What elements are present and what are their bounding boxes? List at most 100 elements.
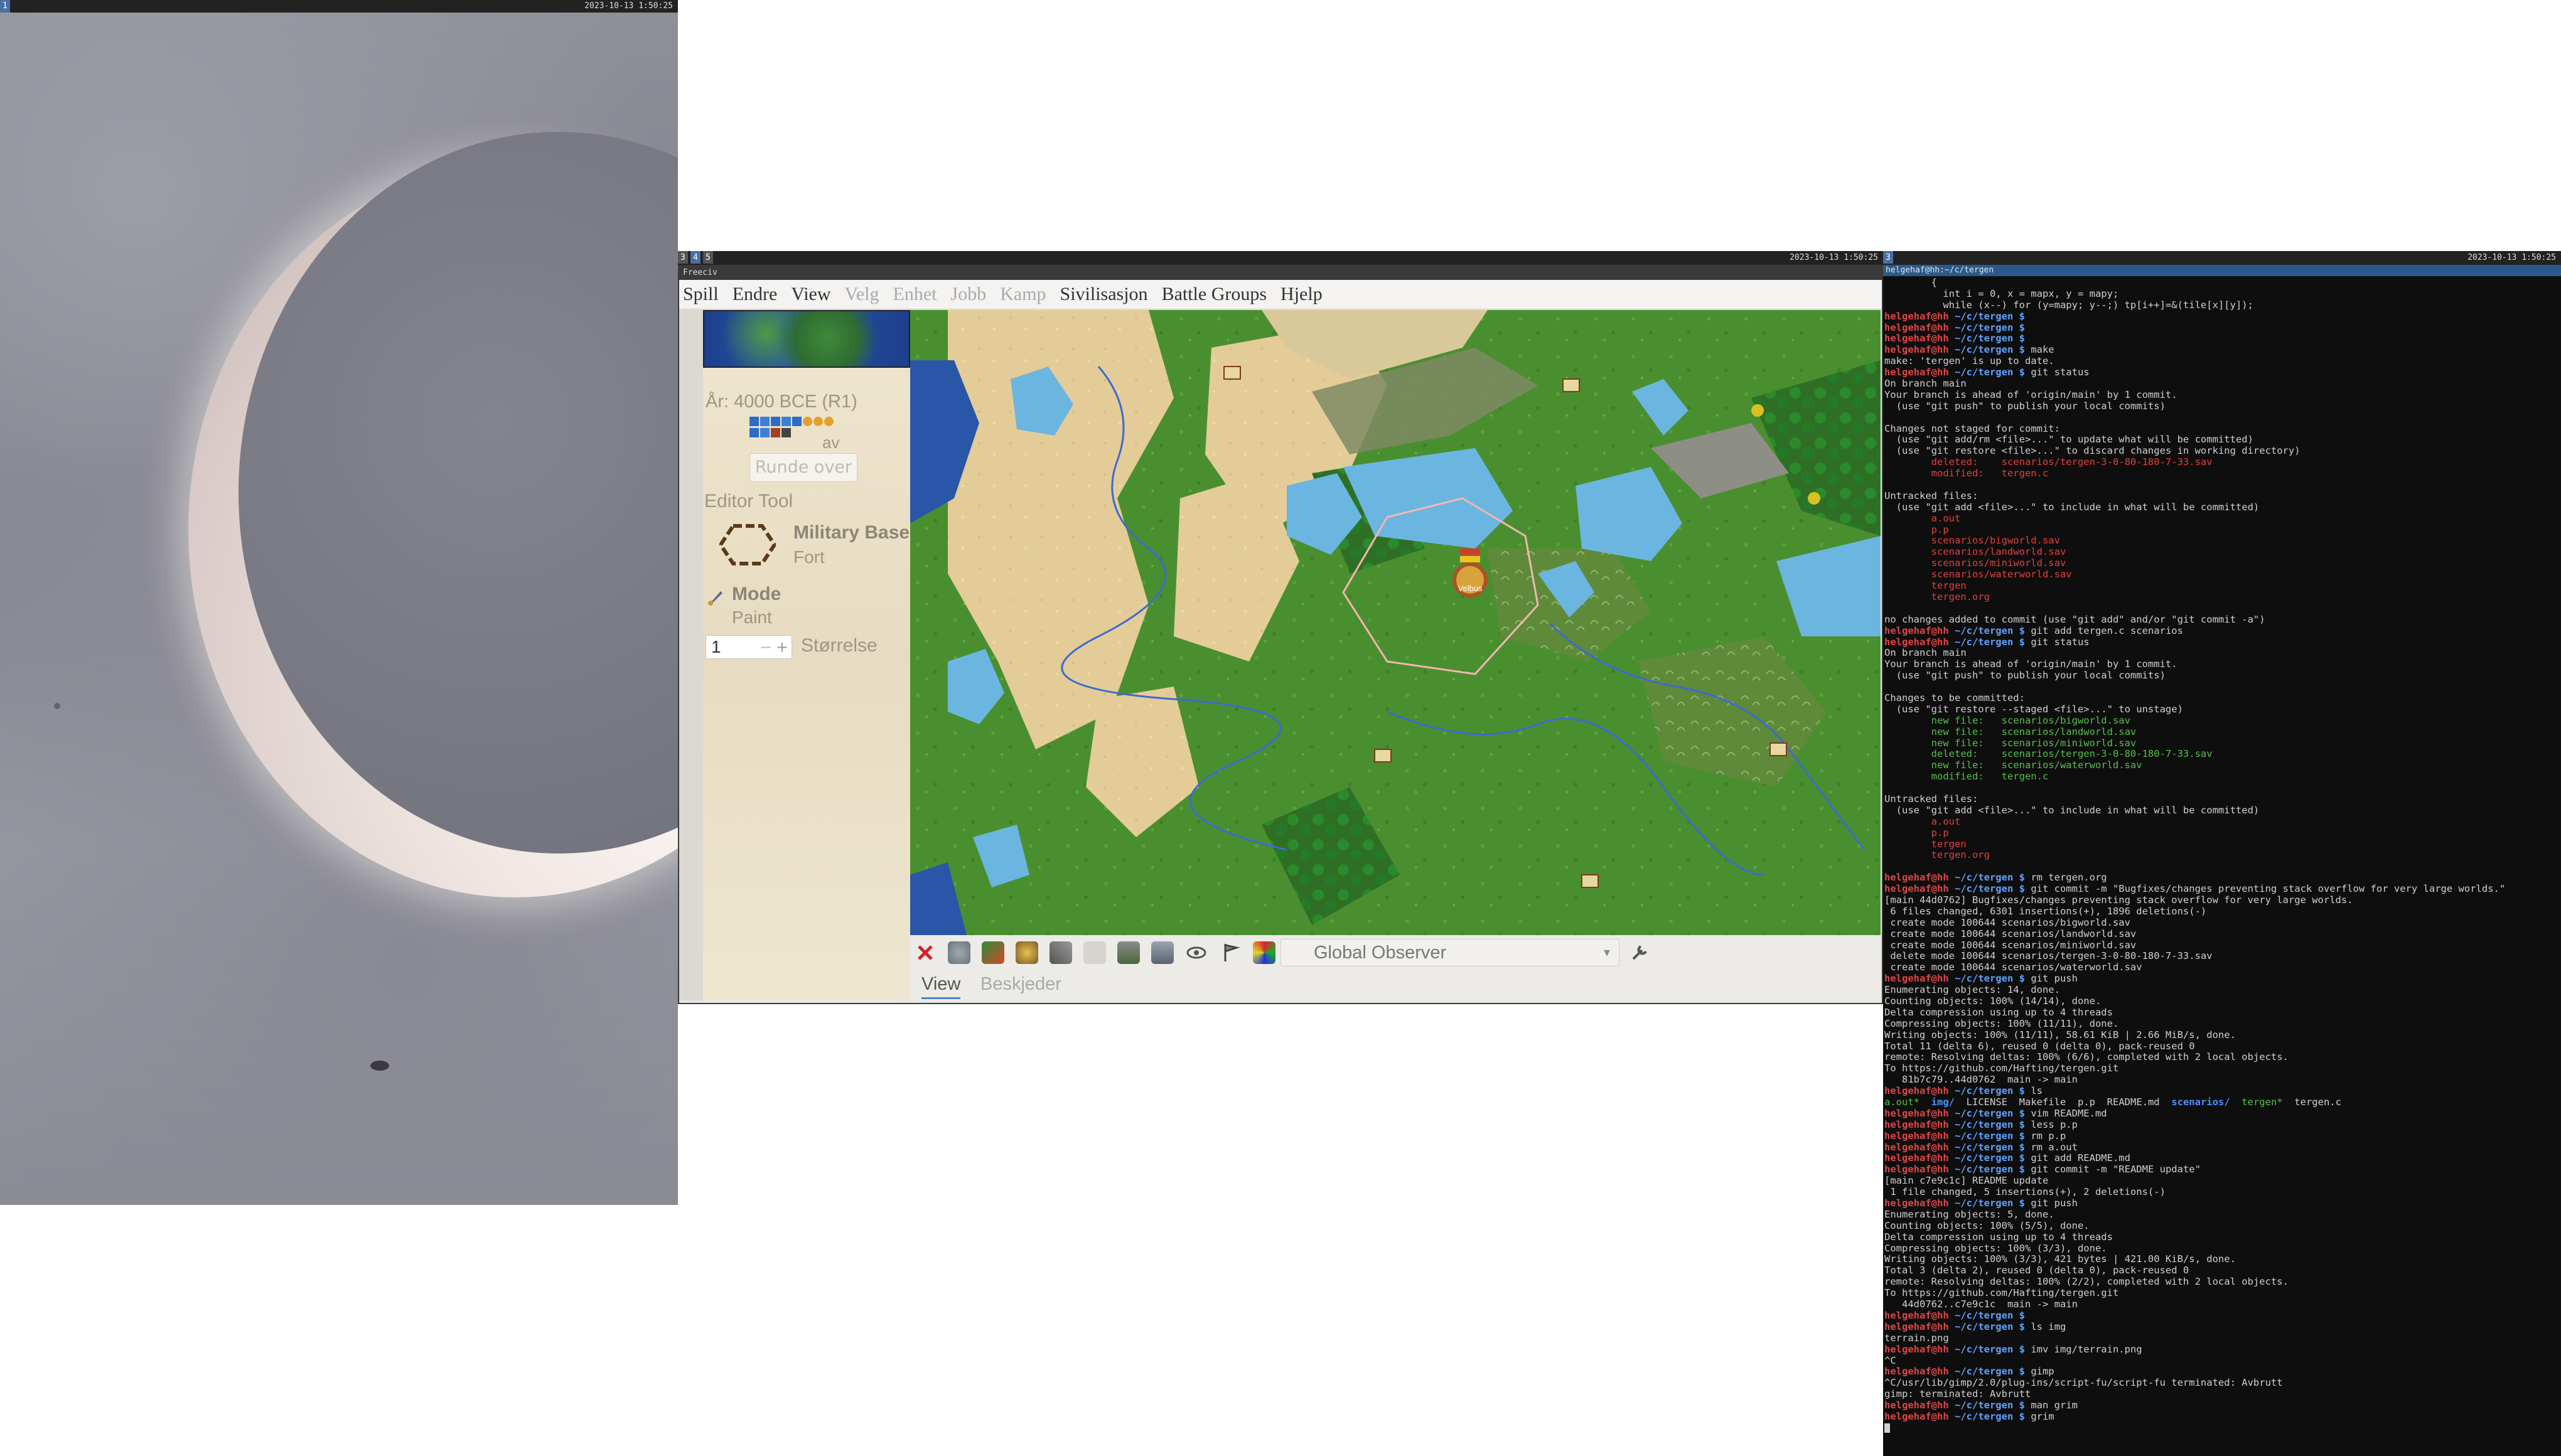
terminal-line: Total 3 (delta 2), reused 0 (delta 0), p… xyxy=(1884,1265,2189,1277)
menu-sivilisasjon[interactable]: Sivilisasjon xyxy=(1060,284,1148,305)
year-label: År: 4000 BCE (R1) xyxy=(706,392,857,412)
workspace-button[interactable]: 3 xyxy=(678,251,688,264)
command-text: git status xyxy=(2031,367,2090,378)
terminal-line: helgehaf@hh ~/c/tergen $ git status xyxy=(1884,636,2561,648)
menu-endre[interactable]: Endre xyxy=(733,284,778,305)
fort-icon[interactable] xyxy=(719,523,776,566)
prompt-path: ~/c/tergen $ xyxy=(1948,310,2031,322)
terminal-line: helgehaf@hh ~/c/tergen $ git push xyxy=(1884,973,2561,985)
command-text: git add tergen.c scenarios xyxy=(2031,624,2183,636)
ls-entry: a.out* xyxy=(1884,1096,1931,1108)
prompt-path: ~/c/tergen $ xyxy=(1948,1130,2031,1142)
workspace-button[interactable]: 5 xyxy=(703,251,713,264)
terminal-line: create mode 100644 scenarios/waterworld.… xyxy=(1884,961,2142,973)
government-icon xyxy=(781,428,791,437)
chevron-down-icon[interactable]: ▾ xyxy=(1604,939,1610,966)
av-label: av xyxy=(822,433,840,452)
status-bar: 3 2023-10-13 1:50:25 xyxy=(1883,251,2561,265)
terminal-output[interactable]: { int i = 0, x = mapx, y = mapy; while (… xyxy=(1883,277,2561,1456)
terminal-line: helgehaf@hh ~/c/tergen $ git add tergen.… xyxy=(1884,624,2561,637)
increment-button[interactable]: + xyxy=(775,638,789,656)
prompt-user: helgehaf@hh xyxy=(1884,1320,1949,1332)
research-icon xyxy=(781,417,791,426)
terminal-line: ^C/usr/lib/gimp/2.0/plug-ins/script-fu/s… xyxy=(1884,1377,2283,1389)
prompt-user: helgehaf@hh xyxy=(1884,1410,1949,1422)
menu-spill[interactable]: Spill xyxy=(683,284,719,305)
workspace-button[interactable]: 3 xyxy=(1883,251,1893,264)
decrement-button[interactable]: − xyxy=(759,638,773,656)
menu-battle-groups[interactable]: Battle Groups xyxy=(1162,284,1267,305)
prompt-user: helgehaf@hh xyxy=(1884,333,1949,345)
paintbrush-icon[interactable] xyxy=(707,589,724,606)
terminal-line: helgehaf@hh ~/c/tergen $ xyxy=(1884,1310,2561,1322)
workspace-button-active[interactable]: 4 xyxy=(690,251,701,264)
size-value[interactable]: 1 xyxy=(711,637,721,657)
terminal-line: Delta compression using up to 4 threads xyxy=(1884,1006,2113,1018)
terminal-line: Untracked files: xyxy=(1884,490,1978,501)
terminal-line: Delta compression using up to 4 threads xyxy=(1884,1231,2113,1243)
sun-icon xyxy=(771,428,780,437)
command-text: rm a.out xyxy=(2031,1141,2078,1153)
wrench-icon[interactable] xyxy=(1628,941,1651,964)
ls-entry: Makefile xyxy=(2019,1096,2078,1108)
palette-icon[interactable] xyxy=(1253,941,1275,964)
minimap[interactable] xyxy=(703,310,910,368)
terminal-line: scenarios/bigworld.sav xyxy=(1884,535,2060,547)
menu-jobb[interactable]: Jobb xyxy=(951,284,987,305)
terminal-line: Changes to be committed: xyxy=(1884,692,2025,704)
terminal-line: make: 'tergen' is up to date. xyxy=(1884,355,2054,367)
prompt-path: ~/c/tergen $ xyxy=(1948,321,2031,333)
ls-entry: README.md xyxy=(2107,1096,2172,1108)
size-spinner[interactable]: 1 − + xyxy=(706,635,792,659)
editor-icon[interactable] xyxy=(948,941,970,964)
prompt-path: ~/c/tergen $ xyxy=(1948,1152,2031,1164)
observer-ship-icon[interactable] xyxy=(1151,941,1174,964)
close-icon[interactable] xyxy=(914,941,937,964)
terminal-line: create mode 100644 scenarios/bigworld.sa… xyxy=(1884,916,2130,928)
menu-view[interactable]: View xyxy=(791,284,830,305)
military-base-label: Military Base xyxy=(793,522,910,543)
menu-kamp[interactable]: Kamp xyxy=(1000,284,1046,305)
terminal-line: helgehaf@hh ~/c/tergen $ xyxy=(1884,321,2561,334)
terminal-line: tergen xyxy=(1884,838,1967,850)
player-select[interactable]: Global Observer ▾ xyxy=(1280,939,1619,966)
panel-handle[interactable] xyxy=(679,310,704,1000)
tab-beskjeder[interactable]: Beskjeder xyxy=(980,974,1061,995)
terminal-line: helgehaf@hh ~/c/tergen $ ls xyxy=(1884,1085,2561,1097)
terminal-line: helgehaf@hh ~/c/tergen $ rm tergen.org xyxy=(1884,872,2561,884)
terminal-line: p.p xyxy=(1884,827,1949,838)
terminal-line: Untracked files: xyxy=(1884,793,1978,805)
turn-done-button[interactable]: Runde over xyxy=(749,453,857,482)
menu-hjelp[interactable]: Hjelp xyxy=(1280,284,1323,305)
flag-icon[interactable] xyxy=(1219,941,1242,964)
workspace-button[interactable]: 1 xyxy=(0,0,10,13)
helmet-icon[interactable] xyxy=(1016,941,1038,964)
menu-enhet[interactable]: Enhet xyxy=(893,284,937,305)
terminal-line: helgehaf@hh ~/c/tergen $ rm a.out xyxy=(1884,1142,2561,1154)
dust-speck xyxy=(54,703,60,709)
terminal-line: scenarios/miniworld.sav xyxy=(1884,557,2066,569)
prompt-path: ~/c/tergen $ xyxy=(1948,973,2031,985)
wallpaper-eclipse-image xyxy=(0,13,678,1205)
tab-view[interactable]: View xyxy=(921,974,961,999)
prompt-path: ~/c/tergen $ xyxy=(1948,1141,2031,1153)
terminal-line: no changes added to commit (use "git add… xyxy=(1884,613,2265,625)
paint-icon[interactable] xyxy=(982,941,1004,964)
catapult-icon[interactable] xyxy=(1117,941,1140,964)
prompt-path: ~/c/tergen $ xyxy=(1948,367,2031,378)
map-canvas[interactable]: Velbus xyxy=(910,310,1881,935)
menu-velg[interactable]: Velg xyxy=(845,284,879,305)
command-text: imv img/terrain.png xyxy=(2031,1343,2142,1355)
map-view[interactable]: Velbus xyxy=(910,310,1881,935)
tools-icon[interactable] xyxy=(1050,941,1072,964)
prompt-user: helgehaf@hh xyxy=(1884,321,1949,333)
shield-icon[interactable] xyxy=(1083,941,1106,964)
terminal-line: while (x--) for (y=mapy; y--;) tp[i++]=&… xyxy=(1884,299,2253,311)
prompt-user: helgehaf@hh xyxy=(1884,1107,1949,1119)
terminal-line: tergen xyxy=(1884,580,1967,592)
bird-speck xyxy=(370,1061,389,1071)
prompt-user: helgehaf@hh xyxy=(1884,1309,1949,1321)
eye-icon[interactable] xyxy=(1185,941,1208,964)
terminal-line: helgehaf@hh ~/c/tergen $ gimp xyxy=(1884,1366,2561,1378)
